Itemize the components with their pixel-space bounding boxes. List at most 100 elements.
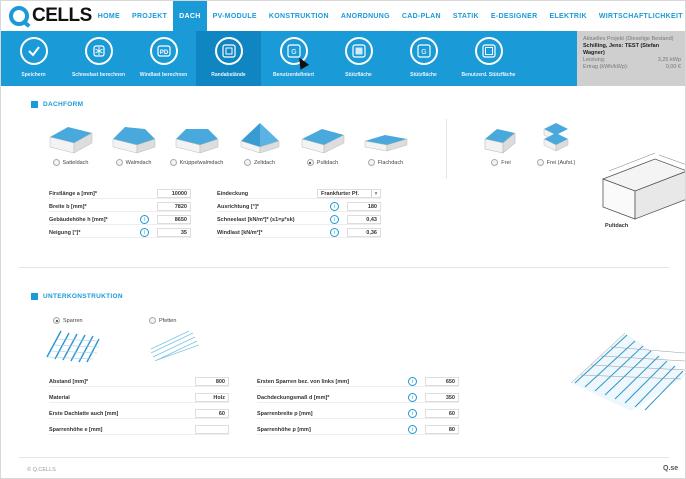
tool-st-tzfl-che[interactable]: G Stützfläche bbox=[391, 31, 456, 86]
roof-option-frei-aufst[interactable]: Frei (Aufst.) bbox=[526, 119, 586, 166]
info-icon[interactable]: i bbox=[330, 215, 339, 224]
field-label: Erste Dachlatte auch [mm] bbox=[49, 410, 119, 417]
field-input[interactable]: Holz bbox=[195, 393, 229, 402]
field-input[interactable]: 650 bbox=[425, 377, 459, 386]
nav-item-wirtschaftlichkeit[interactable]: WIRTSCHAFTLICHKEIT bbox=[593, 1, 685, 31]
roof-option-zeltdach[interactable]: Zeltdach bbox=[228, 119, 291, 166]
roof-option-flachdach[interactable]: Flachdach bbox=[354, 119, 417, 166]
project-row-label: Ertrag (kWh/kWp): bbox=[583, 64, 629, 70]
nav-item-pv-module[interactable]: PV-MODULE bbox=[207, 1, 263, 31]
field-input[interactable]: 60 bbox=[425, 409, 459, 418]
nav-item-statik[interactable]: STATIK bbox=[447, 1, 485, 31]
top-navigation: CELLS HOME PROJEKT DACH PV-MODULE KONSTRUKTI… bbox=[1, 1, 685, 31]
info-icon[interactable]: i bbox=[408, 425, 417, 434]
radio-frei-aufst[interactable] bbox=[536, 159, 544, 166]
field-input[interactable]: 80 bbox=[425, 425, 459, 434]
field-label: Abstand [mm]* bbox=[49, 378, 89, 385]
option-label: Frei (Aufst.) bbox=[546, 159, 576, 166]
form-row: Gebäudehöhe h [mm]* i 8650 bbox=[49, 215, 191, 225]
field-label: Eindeckung bbox=[217, 190, 249, 197]
roof-option-walmdach[interactable]: Walmdach bbox=[102, 119, 165, 166]
sparren-illustration[interactable] bbox=[45, 327, 101, 363]
radio-pfetten[interactable] bbox=[149, 317, 156, 324]
roof-radio[interactable] bbox=[243, 159, 251, 166]
tool-st-tzfl-che[interactable]: Stützfläche bbox=[326, 31, 391, 86]
footer: © Q.CELLS Q.se bbox=[1, 461, 685, 478]
roof-option-kr-ppelwalmdach[interactable]: Krüppelwalmdach bbox=[165, 119, 228, 166]
uk-option-pfetten[interactable]: Pfetten bbox=[149, 317, 176, 324]
uk-option-sparren[interactable]: Sparren bbox=[53, 317, 83, 324]
field-label: Material bbox=[49, 394, 70, 401]
field-input[interactable]: 35 bbox=[157, 228, 191, 237]
roof-radio[interactable] bbox=[169, 159, 177, 166]
divider bbox=[19, 267, 669, 268]
section-title-text: UNTERKONSTRUKTION bbox=[43, 293, 123, 300]
radio-frei[interactable] bbox=[491, 159, 499, 166]
qcells-logo[interactable]: CELLS bbox=[1, 5, 92, 27]
stacked-roof-icon bbox=[543, 123, 569, 152]
nav-item-anordnung[interactable]: ANORDNUNG bbox=[335, 1, 396, 31]
roof-radio[interactable] bbox=[52, 159, 60, 166]
nav-item-elektrik[interactable]: ELEKTRIK bbox=[543, 1, 592, 31]
form-row: Ersten Sparren bez. von links [mm] i 650 bbox=[257, 377, 459, 387]
roof-radio[interactable] bbox=[367, 159, 375, 166]
field-input[interactable]: 350 bbox=[425, 393, 459, 402]
custom-area-icon bbox=[474, 37, 503, 65]
field-input[interactable]: 0,36 bbox=[347, 228, 381, 237]
roof-radio[interactable] bbox=[306, 159, 314, 166]
roof-label: Satteldach bbox=[62, 159, 89, 166]
roof-shape-icon bbox=[175, 129, 218, 154]
field-label: Neigung [°]* bbox=[49, 229, 81, 236]
info-icon[interactable]: i bbox=[330, 202, 339, 211]
roof-option-satteldach[interactable]: Satteldach bbox=[39, 119, 102, 166]
logo-text: CELLS bbox=[32, 5, 92, 26]
field-input[interactable]: 0,43 bbox=[347, 215, 381, 224]
tool-speichern[interactable]: Speichern bbox=[1, 31, 66, 86]
nav-item-projekt[interactable]: PROJEKT bbox=[126, 1, 173, 31]
form-row: Material Holz bbox=[49, 393, 229, 403]
radio-sparren[interactable] bbox=[53, 317, 60, 324]
free-roof-icon bbox=[484, 129, 516, 154]
field-input[interactable]: 60 bbox=[195, 409, 229, 418]
field-input[interactable]: 8650 bbox=[157, 215, 191, 224]
tool-schneelast-berechnen[interactable]: Schneelast berechnen bbox=[66, 31, 131, 86]
roof-label: Zeltdach bbox=[253, 159, 276, 166]
roof-option-frei[interactable]: Frei bbox=[471, 119, 531, 166]
nav-item-cad-plan[interactable]: CAD-PLAN bbox=[396, 1, 447, 31]
field-label: Gebäudehöhe h [mm]* bbox=[49, 216, 108, 223]
field-label: Ersten Sparren bez. von links [mm] bbox=[257, 378, 349, 385]
nav-item-e-designer[interactable]: E-DESIGNER bbox=[485, 1, 544, 31]
tool-benutzerdefiniert[interactable]: G Benutzerdefiniert bbox=[261, 31, 326, 86]
info-icon[interactable]: i bbox=[140, 228, 149, 237]
svg-text:G: G bbox=[291, 49, 296, 56]
footer-logo[interactable]: Q.se bbox=[663, 465, 678, 472]
field-input[interactable]: 7820 bbox=[157, 202, 191, 211]
info-icon[interactable]: i bbox=[140, 215, 149, 224]
field-input[interactable]: 10000 bbox=[157, 189, 191, 198]
roof-option-pultdach[interactable]: Pultdach bbox=[291, 119, 354, 166]
select-value: Frankfurter Pf. bbox=[321, 191, 359, 197]
field-input[interactable]: 180 bbox=[347, 202, 381, 211]
field-input[interactable] bbox=[195, 425, 229, 434]
pfetten-illustration[interactable] bbox=[149, 327, 199, 361]
nav-item-home[interactable]: HOME bbox=[92, 1, 126, 31]
info-icon[interactable]: i bbox=[408, 377, 417, 386]
chevron-down-icon: ▾ bbox=[371, 190, 380, 197]
tool-benutzerd-st-tzfl-che[interactable]: Benutzerd. Stützfläche bbox=[456, 31, 521, 86]
tool-randabst-nde[interactable]: Randabstände bbox=[196, 31, 261, 86]
field-input[interactable]: 800 bbox=[195, 377, 229, 386]
roof-label: Flachdach bbox=[377, 159, 404, 166]
nav-item-konstruktion[interactable]: KONSTRUKTION bbox=[263, 1, 335, 31]
tool-windlast-berechnen[interactable]: PD Windlast berechnen bbox=[131, 31, 196, 86]
info-icon[interactable]: i bbox=[330, 228, 339, 237]
field-label: Sparrenhöhe p [mm] bbox=[257, 426, 311, 433]
nav-item-dach[interactable]: DACH bbox=[173, 1, 207, 31]
tool-list: Speichern Schneelast berechnen PD Windlast … bbox=[1, 31, 521, 86]
roof-radio[interactable] bbox=[115, 159, 123, 166]
roof-label: Pultdach bbox=[316, 159, 339, 166]
divider bbox=[446, 119, 447, 179]
form-row: Sparrenhöhe e [mm] bbox=[49, 425, 229, 435]
info-icon[interactable]: i bbox=[408, 409, 417, 418]
info-icon[interactable]: i bbox=[408, 393, 417, 402]
roofing-select[interactable]: Frankfurter Pf. ▾ bbox=[317, 189, 381, 198]
